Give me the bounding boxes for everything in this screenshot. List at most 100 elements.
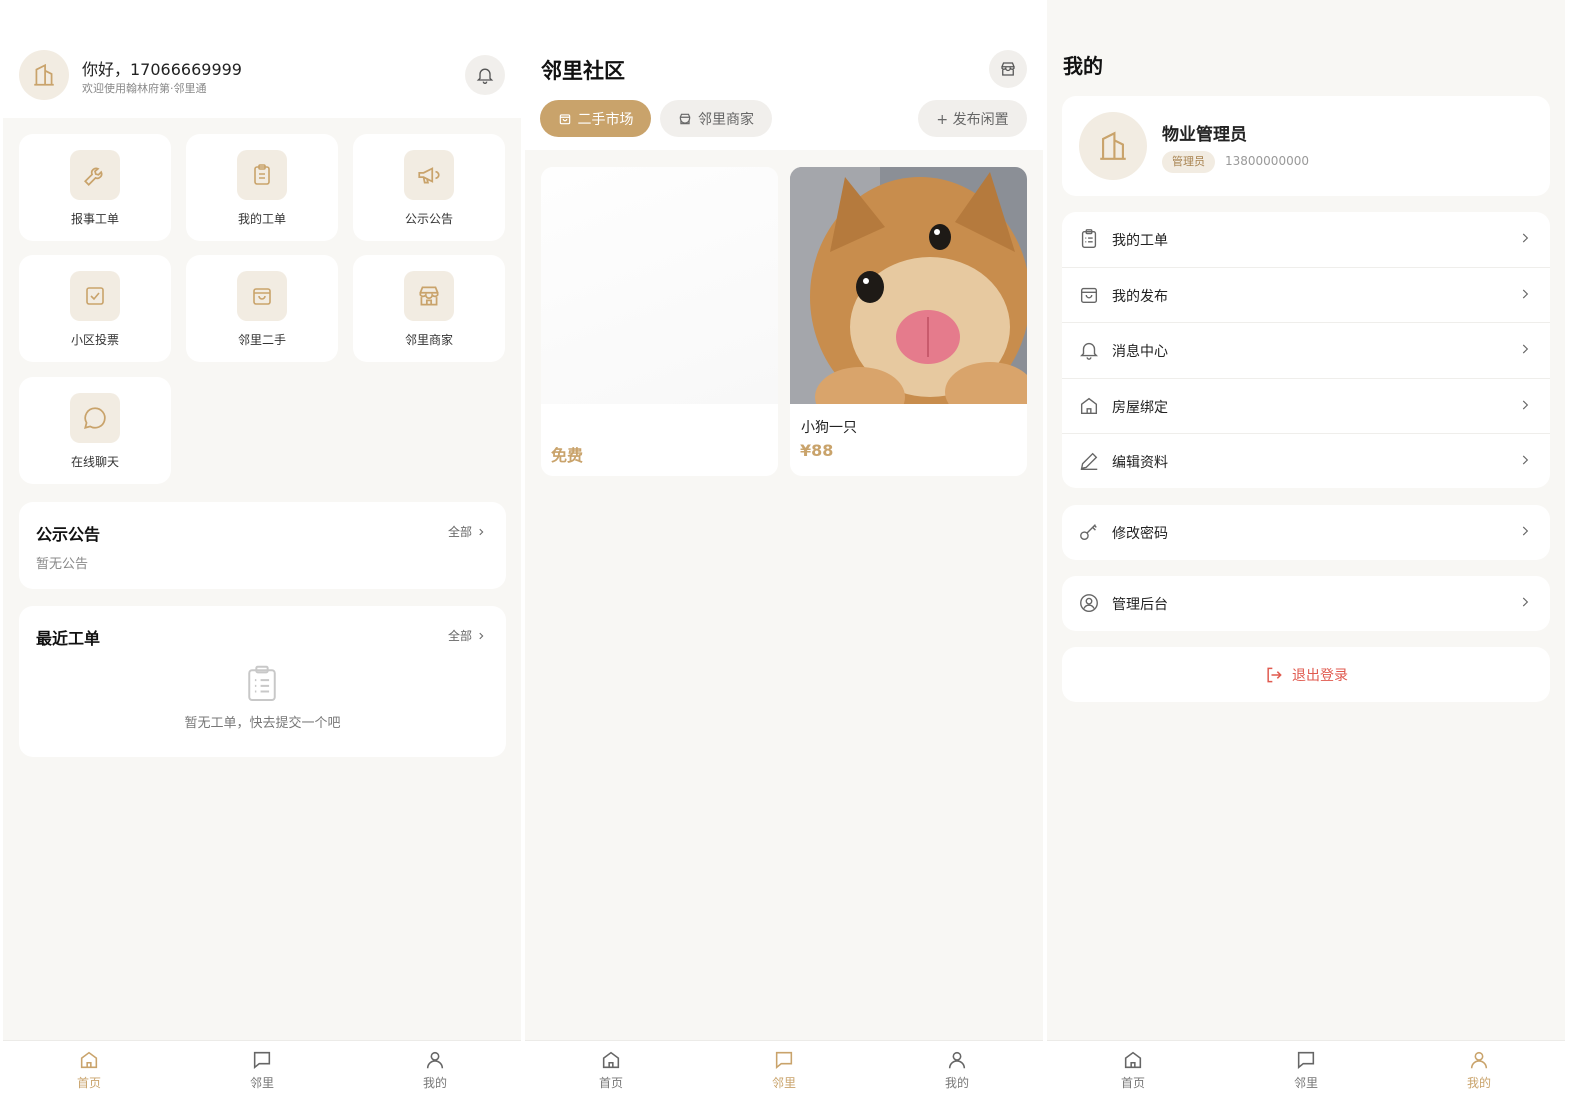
all-label: 全部 [447, 629, 472, 643]
menu-item-messages[interactable]: 消息中心 [1062, 323, 1550, 379]
clipboard-icon [1081, 229, 1097, 248]
grid-item-vote[interactable]: 小区投票 [19, 255, 171, 362]
bottom-tabbar: 首页 邻里 我的 [3, 1040, 521, 1104]
menu-item-change-password[interactable]: 修改密码 [1062, 505, 1550, 560]
greeting-text: 你好，17066669999 [82, 60, 242, 79]
page-title: 邻里社区 [541, 58, 625, 83]
user-icon [1470, 1051, 1488, 1069]
tab-me[interactable]: 我的 [917, 1049, 997, 1091]
tab-label: 我的 [944, 1076, 969, 1090]
grid-icon-bg [70, 271, 120, 321]
clipboard-icon [248, 665, 276, 701]
publish-button[interactable]: + 发布闲置 [918, 100, 1027, 137]
tab-label: 邻里商家 [698, 111, 754, 128]
menu-item-house-binding[interactable]: 房屋绑定 [1062, 379, 1550, 434]
tab-home[interactable]: 首页 [1093, 1049, 1173, 1091]
grid-item-merchants[interactable]: 邻里商家 [353, 255, 505, 362]
grid-icon-bg [404, 150, 454, 200]
building-avatar [19, 50, 69, 100]
menu-item-edit-profile[interactable]: 编辑资料 [1062, 434, 1550, 488]
community-header: 邻里社区 二手市场 邻里商家 + 发布闲置 [525, 0, 1043, 150]
home-screen: 你好，17066669999 欢迎使用翰林府第·邻里通 报事工单 我的工单 公示… [3, 0, 521, 1104]
welcome-subtitle: 欢迎使用翰林府第·邻里通 [82, 82, 207, 95]
grid-item-report[interactable]: 报事工单 [19, 134, 171, 241]
item-card-free[interactable]: 免费 [541, 167, 778, 476]
chevron-right-icon [479, 632, 484, 639]
grid-item-label: 邻里二手 [237, 333, 286, 347]
chevron-right-icon [1522, 344, 1529, 354]
grid-item-announcements[interactable]: 公示公告 [353, 134, 505, 241]
profile-phone: 13800000000 [1225, 154, 1309, 168]
home-header: 你好，17066669999 欢迎使用翰林府第·邻里通 [3, 0, 521, 118]
key-icon [1080, 524, 1097, 541]
page-title: 我的 [1063, 54, 1103, 78]
menu-item-my-orders[interactable]: 我的工单 [1062, 212, 1550, 268]
menu-label: 修改密码 [1112, 526, 1168, 542]
orders-empty-text: 暂无工单，快去提交一个吧 [184, 716, 341, 731]
tab-label: 邻里 [771, 1076, 796, 1090]
grid-item-chat[interactable]: 在线聊天 [19, 377, 171, 484]
item-card-puppy[interactable]: 小狗一只 ¥88 [790, 167, 1027, 476]
notice-all-link[interactable]: 全部 [448, 523, 486, 540]
tab-label: 二手市场 [577, 111, 634, 128]
menu-group-admin: 管理后台 [1062, 576, 1550, 631]
user-icon [426, 1051, 444, 1069]
menu-label: 消息中心 [1112, 344, 1168, 360]
tab-home[interactable]: 首页 [49, 1049, 129, 1091]
clipboard-icon [254, 164, 270, 185]
logout-button[interactable]: 退出登录 [1062, 647, 1550, 702]
grid-item-label: 报事工单 [70, 212, 119, 226]
grid-item-secondhand[interactable]: 邻里二手 [186, 255, 338, 362]
tab-me[interactable]: 我的 [395, 1049, 475, 1091]
megaphone-icon [418, 167, 440, 184]
chat-icon [253, 1051, 271, 1069]
tab-home[interactable]: 首页 [571, 1049, 651, 1091]
chat-icon [775, 1051, 793, 1069]
grid-icon-bg [70, 150, 120, 200]
tab-neighbor-merchants[interactable]: 邻里商家 [660, 100, 772, 137]
profile-card: 物业管理员 管理员 13800000000 [1062, 96, 1550, 196]
tab-secondhand-market[interactable]: 二手市场 [540, 100, 651, 137]
tab-label: 邻里 [1293, 1076, 1318, 1090]
store-button[interactable] [989, 50, 1027, 88]
tab-neighbors[interactable]: 邻里 [222, 1049, 302, 1091]
shopping-bag-icon [1080, 287, 1098, 303]
chat-bubble-icon [84, 407, 106, 429]
avatar [1079, 112, 1147, 180]
all-label: 全部 [447, 525, 472, 539]
menu-group-password: 修改密码 [1062, 505, 1550, 560]
chevron-right-icon [479, 528, 484, 535]
tab-neighbors[interactable]: 邻里 [1266, 1049, 1346, 1091]
building-icon [34, 63, 54, 86]
tab-label: 首页 [1120, 1076, 1145, 1090]
bell-icon [476, 68, 494, 84]
item-title: 小狗一只 [801, 420, 857, 436]
notification-button[interactable] [465, 55, 505, 95]
menu-item-admin-console[interactable]: 管理后台 [1062, 576, 1550, 631]
building-icon [1100, 131, 1126, 160]
grid-item-label: 小区投票 [70, 333, 119, 347]
profile-name: 物业管理员 [1162, 125, 1247, 145]
user-circle-icon [1080, 594, 1098, 612]
store-icon [419, 286, 439, 306]
tab-me[interactable]: 我的 [1439, 1049, 1519, 1091]
menu-label: 房屋绑定 [1112, 399, 1168, 416]
orders-all-link[interactable]: 全部 [448, 627, 486, 644]
menu-item-my-posts[interactable]: 我的发布 [1062, 268, 1550, 323]
grid-item-label: 邻里商家 [404, 333, 453, 347]
user-icon [948, 1051, 966, 1069]
menu-label: 我的工单 [1112, 233, 1168, 249]
chevron-right-icon [1522, 455, 1529, 465]
tab-neighbors[interactable]: 邻里 [744, 1049, 824, 1091]
menu-group-main: 我的工单 我的发布 消息中心 房屋绑定 编辑资料 [1062, 212, 1550, 488]
shopping-bag-icon [559, 113, 570, 124]
tab-label: 邻里 [249, 1076, 274, 1090]
item-price: 免费 [551, 446, 584, 465]
tab-label: 我的 [1466, 1076, 1491, 1090]
item-image-placeholder [541, 167, 778, 404]
chevron-right-icon [1522, 597, 1529, 607]
empty-clipboard [245, 664, 279, 706]
home-icon [1124, 1051, 1142, 1069]
grid-item-my-orders[interactable]: 我的工单 [186, 134, 338, 241]
community-screen: 邻里社区 二手市场 邻里商家 + 发布闲置 免费 小狗一只 ¥88 首页 邻里 … [525, 0, 1043, 1104]
